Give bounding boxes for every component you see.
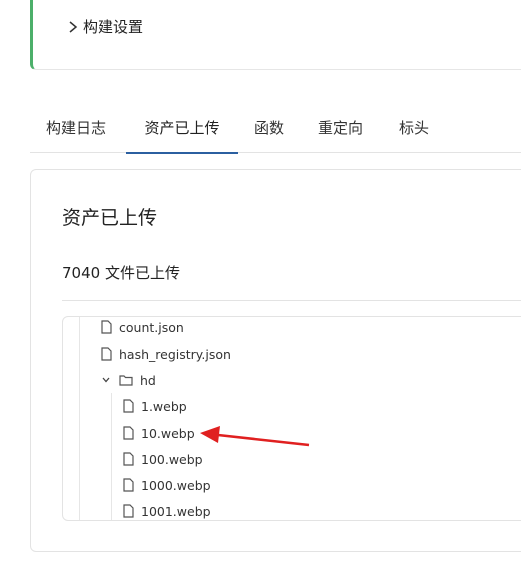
tree-item-label: hash_registry.json [119, 346, 231, 362]
file-tree[interactable]: count.json hash_registry.json hd 1.webp … [62, 316, 521, 521]
panel-title: 资产已上传 [62, 207, 158, 229]
tree-item-file[interactable]: 10.webp [123, 423, 195, 443]
tree-item-folder[interactable]: hd [101, 370, 156, 390]
file-icon [123, 399, 134, 413]
file-icon [123, 452, 134, 466]
tree-item-file[interactable]: 1001.webp [123, 501, 211, 520]
tree-guide-line [111, 393, 112, 520]
folder-icon [119, 375, 133, 386]
tree-item-label: 100.webp [141, 451, 203, 467]
file-icon [123, 478, 134, 492]
tab-build-log[interactable]: 构建日志 [46, 106, 106, 152]
tree-item-file[interactable]: count.json [101, 317, 184, 337]
divider [62, 300, 521, 301]
tree-item-file[interactable]: 1000.webp [123, 475, 211, 495]
tab-functions[interactable]: 函数 [254, 106, 284, 152]
tab-headers[interactable]: 标头 [399, 106, 429, 152]
tree-item-label: 10.webp [141, 425, 195, 441]
chevron-right-icon [69, 21, 78, 33]
tab-redirects[interactable]: 重定向 [318, 106, 363, 152]
tree-guide-line [79, 317, 80, 520]
tree-item-label: 1001.webp [141, 503, 211, 519]
file-icon [101, 320, 112, 334]
build-settings-label: 构建设置 [83, 18, 144, 36]
assets-panel: 资产已上传 7040 文件已上传 count.json hash_registr… [30, 169, 521, 552]
tab-bar: 构建日志 资产已上传 函数 重定向 标头 [30, 106, 521, 154]
file-icon [101, 347, 112, 361]
tree-item-file[interactable]: 100.webp [123, 449, 203, 469]
tree-item-file[interactable]: 1.webp [123, 396, 187, 416]
file-icon [123, 504, 134, 518]
tree-item-label: 1.webp [141, 398, 187, 414]
build-settings-section[interactable]: 构建设置 [30, 0, 521, 70]
file-icon [123, 426, 134, 440]
tree-item-label: 1000.webp [141, 477, 211, 493]
chevron-down-icon [102, 377, 110, 383]
tree-item-label: hd [140, 372, 156, 388]
tree-item-file[interactable]: hash_registry.json [101, 344, 231, 364]
tree-item-label: count.json [119, 319, 184, 335]
tab-assets-uploaded[interactable]: 资产已上传 [126, 106, 238, 154]
upload-count: 7040 文件已上传 [62, 264, 180, 282]
